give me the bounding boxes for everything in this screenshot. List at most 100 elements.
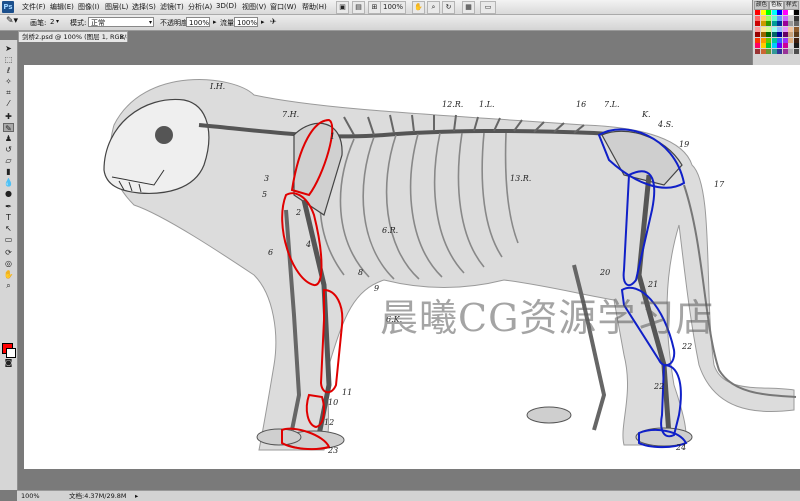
swatch-color-47[interactable] <box>793 37 799 43</box>
3d-rotate-tool-icon[interactable]: ⟳ <box>3 248 14 257</box>
swatch-color-0[interactable] <box>755 10 760 15</box>
document-tab[interactable]: 剑桥2.psd @ 100% (图层 1, RGB/8) * × <box>18 31 128 42</box>
type-tool-icon[interactable]: T <box>3 213 14 222</box>
swatch-color-44[interactable] <box>777 37 782 43</box>
zoom-level-select[interactable]: 100% <box>380 1 406 14</box>
blur-tool-icon[interactable]: 💧 <box>3 178 14 187</box>
flow-input[interactable]: 100% <box>234 17 258 27</box>
eyedropper-tool-icon[interactable]: ⁄ <box>3 99 14 108</box>
swatch-color-27[interactable] <box>771 26 777 32</box>
swatch-color-15[interactable] <box>793 15 799 21</box>
rotate-view-icon[interactable]: ↻ <box>442 1 455 14</box>
swatch-color-19[interactable] <box>771 21 777 26</box>
dodge-tool-icon[interactable]: ● <box>3 189 14 198</box>
swatch-color-5[interactable] <box>782 10 788 15</box>
swatch-color-51[interactable] <box>771 43 777 48</box>
swatch-color-46[interactable] <box>788 37 793 43</box>
lasso-tool-icon[interactable]: ℓ <box>3 66 14 75</box>
zoom-icon[interactable]: ⌕ <box>427 1 440 14</box>
bridge-icon[interactable]: ▣ <box>336 1 349 14</box>
pen-tool-icon[interactable]: ✒ <box>3 202 14 211</box>
swatch-color-41[interactable] <box>760 37 766 43</box>
swatch-color-30[interactable] <box>788 26 793 32</box>
screen-mode-icon[interactable]: ▭ <box>480 1 496 14</box>
swatch-color-50[interactable] <box>766 43 771 48</box>
healing-brush-tool-icon[interactable]: ✚ <box>3 112 14 121</box>
swatch-color-57[interactable] <box>760 48 766 54</box>
swatch-color-11[interactable] <box>771 15 777 21</box>
swatch-color-14[interactable] <box>788 15 793 21</box>
swatch-color-4[interactable] <box>777 10 782 15</box>
menu-filter[interactable]: 滤镜(T) <box>160 2 184 12</box>
swatch-color-35[interactable] <box>771 32 777 37</box>
clone-stamp-tool-icon[interactable]: ♟ <box>3 134 14 143</box>
swatch-color-40[interactable] <box>755 37 760 43</box>
swatch-color-20[interactable] <box>777 21 782 26</box>
menu-view[interactable]: 视图(V) <box>242 2 266 12</box>
swatch-color-31[interactable] <box>793 26 799 32</box>
swatch-color-60[interactable] <box>777 48 782 54</box>
swatch-color-32[interactable] <box>755 32 760 37</box>
swatch-color-25[interactable] <box>760 26 766 32</box>
eraser-tool-icon[interactable]: ▱ <box>3 156 14 165</box>
swatch-color-59[interactable] <box>771 48 777 54</box>
close-icon[interactable]: × <box>119 32 125 42</box>
brush-tool-preset-icon[interactable]: ✎▾ <box>6 16 18 26</box>
swatch-color-13[interactable] <box>782 15 788 21</box>
swatch-color-21[interactable] <box>782 21 788 26</box>
swatch-color-29[interactable] <box>782 26 788 32</box>
swatch-color-37[interactable] <box>782 32 788 37</box>
swatch-color-18[interactable] <box>766 21 771 26</box>
zoom-tool-icon[interactable]: ⌕ <box>3 281 14 290</box>
mini-bridge-icon[interactable]: ▤ <box>352 1 365 14</box>
swatch-color-1[interactable] <box>760 10 766 15</box>
swatch-color-2[interactable] <box>766 10 771 15</box>
swatch-color-53[interactable] <box>782 43 788 48</box>
swatch-color-6[interactable] <box>788 10 793 15</box>
history-brush-tool-icon[interactable]: ↺ <box>3 145 14 154</box>
swatch-color-12[interactable] <box>777 15 782 21</box>
swatch-color-61[interactable] <box>782 48 788 54</box>
airbrush-icon[interactable]: ✈ <box>270 17 277 26</box>
menu-edit[interactable]: 编辑(E) <box>50 2 74 12</box>
swatch-color-54[interactable] <box>788 43 793 48</box>
menu-image[interactable]: 图像(I) <box>78 2 100 12</box>
mode-select[interactable]: 正常 ▾ <box>88 17 154 27</box>
swatch-color-55[interactable] <box>793 43 799 48</box>
flow-slider-chevron-icon[interactable]: ▸ <box>261 18 265 26</box>
swatch-color-58[interactable] <box>766 48 771 54</box>
gradient-tool-icon[interactable]: ▮ <box>3 167 14 176</box>
opacity-input[interactable]: 100% <box>186 17 210 27</box>
menu-help[interactable]: 帮助(H) <box>302 2 327 12</box>
swatch-color-39[interactable] <box>793 32 799 37</box>
document-canvas[interactable]: I.H. 7.H. 12.R. 1.L. 16 7.L. K. 4.S. 19 17 3 5 6 4 2 1 8… <box>24 65 800 469</box>
swatch-color-22[interactable] <box>788 21 793 26</box>
menu-layer[interactable]: 图层(L) <box>105 2 128 12</box>
menu-window[interactable]: 窗口(W) <box>270 2 296 12</box>
menu-3d[interactable]: 3D(D) <box>216 2 237 10</box>
shape-tool-icon[interactable]: ▭ <box>3 235 14 244</box>
path-selection-tool-icon[interactable]: ↖ <box>3 224 14 233</box>
magic-wand-tool-icon[interactable]: ✧ <box>3 77 14 86</box>
menu-select[interactable]: 选择(S) <box>132 2 156 12</box>
arrange-documents-icon[interactable]: ▦ <box>462 1 475 14</box>
marquee-tool-icon[interactable]: ⬚ <box>3 55 14 64</box>
menu-analysis[interactable]: 分析(A) <box>188 2 212 12</box>
background-color-swatch[interactable] <box>6 348 16 358</box>
brush-tool-icon[interactable]: ✎ <box>3 123 14 133</box>
swatch-color-52[interactable] <box>777 43 782 48</box>
swatch-color-26[interactable] <box>766 26 771 32</box>
swatch-color-3[interactable] <box>771 10 777 15</box>
swatch-color-8[interactable] <box>755 15 760 21</box>
brush-picker-chevron-down-icon[interactable]: ▾ <box>56 18 59 25</box>
swatch-color-17[interactable] <box>760 21 766 26</box>
opacity-slider-chevron-icon[interactable]: ▸ <box>213 18 217 26</box>
swatch-color-45[interactable] <box>782 37 788 43</box>
swatch-color-38[interactable] <box>788 32 793 37</box>
swatch-color-42[interactable] <box>766 37 771 43</box>
swatch-color-33[interactable] <box>760 32 766 37</box>
swatch-color-16[interactable] <box>755 21 760 26</box>
swatch-color-62[interactable] <box>788 48 793 54</box>
swatch-color-23[interactable] <box>793 21 799 26</box>
swatch-color-49[interactable] <box>760 43 766 48</box>
